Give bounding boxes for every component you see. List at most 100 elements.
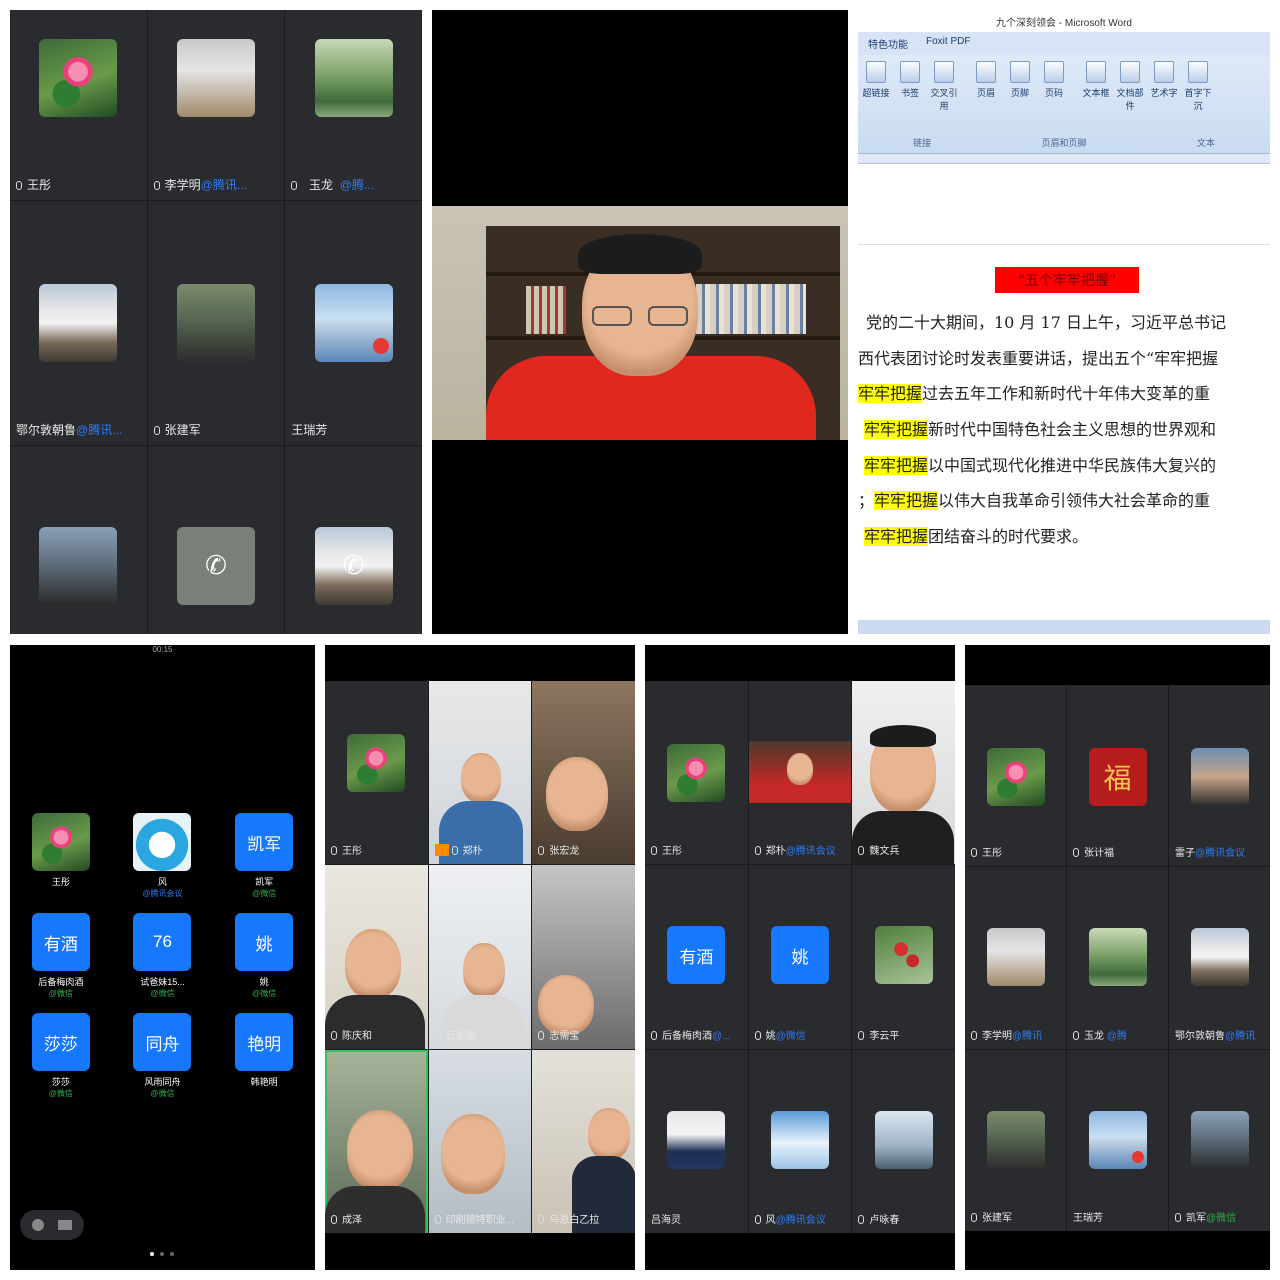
participant-tile[interactable]: 姚姚@微信 [748, 865, 852, 1049]
participant-tile[interactable]: 王瑞芳 [1067, 1049, 1168, 1231]
participant-item[interactable]: 同舟 风雨同舟 @微信 [112, 1013, 214, 1099]
textbox-icon [1086, 61, 1106, 83]
mic-icon [538, 1214, 545, 1224]
participant-video[interactable]: 郑朴 [428, 681, 532, 865]
participant-name: 张建军 [164, 423, 201, 437]
participant-tile[interactable]: 张建军 [147, 201, 285, 445]
keyboard-icon[interactable] [58, 1220, 72, 1230]
page-number-button[interactable]: 页码 [1040, 61, 1068, 112]
footer-button[interactable]: 页脚 [1006, 61, 1034, 112]
participant-tile[interactable]: 玉龙 @腾... [285, 10, 422, 200]
participant-item[interactable]: 莎莎 莎莎 @微信 [10, 1013, 112, 1099]
participant-tile[interactable]: 玉龙 @腾 [1067, 867, 1168, 1049]
speaker-video[interactable] [432, 206, 848, 440]
participant-tile[interactable]: 张建军 [965, 1049, 1066, 1231]
participant-avatar [874, 926, 933, 985]
participant-source-tag: @微信 [252, 989, 277, 998]
participant-video[interactable]: 志需宝 [532, 865, 635, 1049]
active-speaker-video[interactable]: 成泽 [325, 1049, 428, 1233]
mic-icon [291, 181, 298, 190]
participant-video[interactable]: 郑朴@腾讯会议 [748, 681, 852, 865]
participant-item[interactable]: 王彤 [10, 813, 112, 899]
participant-video[interactable]: 张宏龙 [532, 681, 635, 865]
participant-item[interactable]: 凯军 凯军 @微信 [213, 813, 315, 899]
ruler[interactable] [858, 154, 1270, 164]
participant-item[interactable]: 艳明 韩艳明 [213, 1013, 315, 1099]
flag-badge-icon [1131, 1150, 1144, 1163]
participant-tile[interactable]: ✆ [147, 446, 285, 634]
participant-name: 印刷德特职业... [445, 1214, 514, 1226]
participant-tile[interactable]: 王彤 [325, 681, 428, 865]
participant-name: 郑朴 [462, 846, 483, 858]
participant-avatar: 有酒 [31, 913, 90, 971]
bookmark-button[interactable]: 书签 [896, 61, 924, 112]
ribbon-tab[interactable]: 特色功能 [868, 36, 908, 51]
participant-video[interactable]: 乌恩白乙拉 [532, 1049, 635, 1233]
participant-tile[interactable]: 风@腾讯会议 [748, 1049, 852, 1233]
participant-avatar [667, 744, 726, 802]
participant-tile[interactable]: 鄂尔敦朝鲁@腾讯... [10, 201, 147, 445]
participant-face [462, 943, 505, 998]
participant-tile[interactable]: 李学明@腾讯 [965, 867, 1066, 1049]
participant-tile[interactable]: 吕海灵 [645, 1049, 748, 1233]
participant-tile[interactable]: 王彤 [965, 685, 1066, 867]
participant-source-tag: @腾讯会议 [142, 889, 183, 898]
header-button[interactable]: 页眉 [972, 61, 1000, 112]
wordart-button[interactable]: 艺术字 [1150, 61, 1178, 112]
hyperlink-button[interactable]: 超链接 [862, 61, 890, 112]
mic-icon [1175, 1212, 1181, 1222]
participant-item[interactable]: 风 @腾讯会议 [112, 813, 214, 899]
participant-tile[interactable]: 鄂尔敦朝鲁@腾讯 [1169, 867, 1270, 1049]
horizontal-scrollbar[interactable] [858, 620, 1270, 634]
participant-name: 李学明 [982, 1030, 1012, 1042]
participant-avatar: 姚 [235, 913, 294, 971]
participant-source-tag: @微信 [1206, 1212, 1237, 1224]
drop-cap-button[interactable]: 首字下沉 [1184, 61, 1212, 112]
button-label: 书签 [900, 88, 919, 98]
cross-reference-icon [934, 61, 954, 83]
participant-item[interactable]: 姚姚 @微信 [213, 913, 315, 999]
participant-video[interactable]: 陈庆和 [325, 865, 428, 1049]
participant-source-tag: @... [712, 1030, 731, 1042]
participant-tile[interactable]: 王彤 [645, 681, 748, 865]
bottom-toolbar[interactable] [20, 1210, 84, 1240]
participant-tile[interactable]: 福张计福 [1067, 685, 1168, 867]
participant-name: 王瑞芳 [1073, 1212, 1103, 1224]
ribbon-tab[interactable]: Foxit PDF [926, 36, 970, 51]
participant-video[interactable]: 云志刚 [428, 865, 532, 1049]
participant-name: 韩艳明 [250, 1077, 278, 1087]
participant-tile[interactable]: 凯军@微信 [1169, 1049, 1270, 1231]
mic-icon [971, 848, 977, 858]
participant-tile[interactable] [10, 446, 147, 634]
participant-video[interactable]: 魏文兵 [852, 681, 955, 865]
participant-item[interactable]: 76 试爸妹15... @微信 [112, 913, 214, 999]
call-timer: 00:15 [152, 645, 173, 654]
page-dot [160, 1252, 164, 1256]
participant-avatar: 76 [133, 913, 192, 971]
cross-reference-button[interactable]: 交叉引用 [930, 61, 958, 112]
bookmark-icon [900, 61, 920, 83]
emoji-icon[interactable] [32, 1219, 44, 1231]
participant-tile[interactable]: 李学明@腾讯... [147, 10, 285, 200]
participant-tile[interactable]: 王瑞芳 [285, 201, 422, 445]
page-number-icon [1044, 61, 1064, 83]
participant-tile[interactable]: 雷子@腾讯会议 [1169, 685, 1270, 867]
participant-item[interactable]: 有酒 后备梅肉酒 @微信 [10, 913, 112, 999]
participant-face [588, 1107, 631, 1160]
participant-tile[interactable]: 李云平 [852, 865, 955, 1049]
participant-name: 玉龙 [1084, 1030, 1104, 1042]
participant-avatar [314, 284, 393, 362]
quick-parts-button[interactable]: 文档部件 [1116, 61, 1144, 112]
participant-name: 风 [157, 877, 167, 887]
participant-tile[interactable]: 有酒 后备梅肉酒@... [645, 865, 748, 1049]
textbox-button[interactable]: 文本框 [1082, 61, 1110, 112]
participant-avatar: 莎莎 [31, 1013, 90, 1071]
participant-tile[interactable]: ✆ [285, 446, 422, 634]
participant-video[interactable]: 印刷德特职业... [428, 1049, 532, 1233]
mic-icon [858, 846, 865, 856]
participant-tile[interactable]: 卢咏春 [852, 1049, 955, 1233]
participant-tile[interactable]: 王彤 [10, 10, 147, 200]
document-line: 西代表团讨论时发表重要讲话，提出五个“牢牢把握 [858, 349, 1219, 368]
page-indicator[interactable] [150, 1252, 174, 1256]
participant-name: 郑朴 [765, 846, 786, 858]
